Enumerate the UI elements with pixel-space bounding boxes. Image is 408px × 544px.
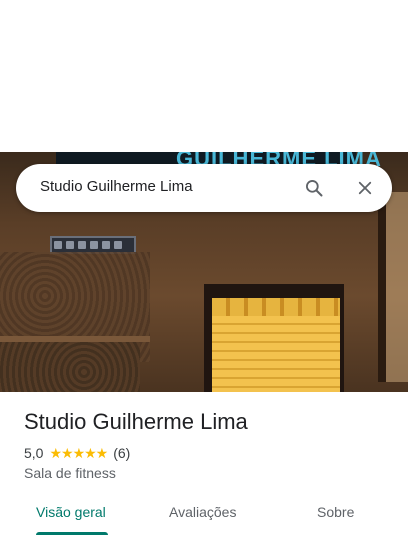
review-count[interactable]: (6)	[113, 445, 130, 461]
search-bar[interactable]: Studio Guilherme Lima	[16, 164, 392, 212]
wall-edge	[378, 192, 386, 382]
search-input[interactable]: Studio Guilherme Lima	[40, 178, 193, 195]
textured-wall-lower	[0, 342, 140, 392]
tab-reviews[interactable]: Avaliações	[169, 504, 236, 520]
shutter-top	[212, 298, 340, 316]
place-category[interactable]: Sala de fitness	[24, 465, 116, 481]
rating-row[interactable]: 5,0 ★★★★★ (6)	[24, 444, 130, 462]
place-title: Studio Guilherme Lima	[24, 409, 248, 434]
tab-about[interactable]: Sobre	[317, 504, 354, 520]
top-blank-area	[0, 0, 408, 152]
close-icon[interactable]	[353, 176, 377, 200]
star-rating-icon: ★★★★★	[49, 444, 108, 461]
place-tabs: Visão geral Avaliações Sobre	[0, 496, 408, 544]
search-icon[interactable]	[302, 176, 326, 200]
active-tab-indicator	[36, 532, 108, 535]
tab-overview[interactable]: Visão geral	[36, 504, 106, 520]
rating-value: 5,0	[24, 445, 44, 461]
wall-right	[386, 192, 408, 382]
